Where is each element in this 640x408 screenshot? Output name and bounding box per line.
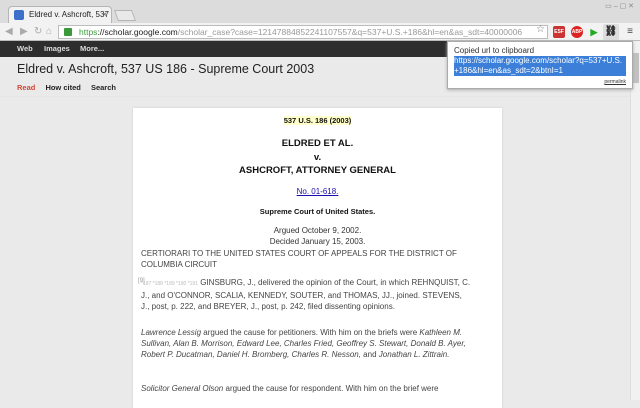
link-copy-extension-icon[interactable]: ⛓ [603, 24, 619, 40]
nav-web[interactable]: Web [17, 44, 33, 53]
extension-esf-icon[interactable]: ESF [553, 26, 565, 38]
browser-tab[interactable]: Eldred v. Ashcroft, 537 × [8, 6, 112, 23]
tab-read[interactable]: Read [17, 83, 35, 92]
close-tab-icon[interactable]: × [102, 10, 107, 19]
scrollbar-thumb[interactable] [633, 53, 639, 83]
extension-play-icon[interactable]: ▶ [588, 26, 600, 38]
counsel-petitioners: Lawrence Lessig argued the cause for pet… [141, 328, 466, 359]
url-path: /scholar_case?case=12147884852241107557&… [177, 27, 523, 37]
favicon-icon [14, 10, 24, 20]
address-bar[interactable]: https://scholar.google.com/scholar_case?… [58, 25, 548, 39]
tab-how-cited[interactable]: How cited [45, 83, 80, 92]
browser-toolbar: ◀ ▶ ↻ ⌂ https://scholar.google.com/schol… [0, 23, 640, 41]
nav-images[interactable]: Images [44, 44, 70, 53]
copied-url-popup: Copied url to clipboard https://scholar.… [447, 41, 633, 89]
case-document: 537 U.S. 186 (2003) ELDRED ET AL. v. ASH… [133, 108, 502, 408]
decided-date: Decided January 15, 2003. [269, 237, 366, 246]
page-title: Eldred v. Ashcroft, 537 US 186 - Supreme… [17, 62, 315, 76]
citation: 537 U.S. 186 (2003) [283, 116, 352, 125]
permalink-link[interactable]: permalink [604, 79, 626, 85]
window-controls[interactable]: ▭ – ▢ ✕ [605, 2, 634, 10]
new-tab-button[interactable] [113, 10, 137, 21]
scrollbar[interactable] [630, 41, 640, 400]
adblock-icon[interactable]: ABP [571, 26, 583, 38]
party-1: ELDRED ET AL. [281, 138, 354, 149]
url-scheme: https [79, 27, 98, 37]
tab-title: Eldred v. Ashcroft, 537 [29, 10, 109, 19]
court-name: Supreme Court of United States. [259, 207, 376, 216]
menu-icon[interactable]: ≡ [624, 26, 636, 38]
lock-icon [64, 28, 72, 36]
copied-url[interactable]: https://scholar.google.com/scholar?q=537… [454, 56, 626, 76]
divider [0, 96, 630, 97]
counsel-respondent: Solicitor General Olson argued the cause… [141, 384, 439, 393]
opinion-paragraph: *187 *188 *189 *190 *191 GINSBURG, J., d… [141, 278, 471, 311]
popup-message: Copied url to clipboard [454, 46, 535, 55]
url-host: ://scholar.google.com [97, 27, 178, 37]
back-icon[interactable]: ◀ [5, 26, 13, 37]
versus: v. [313, 152, 322, 163]
tab-search[interactable]: Search [91, 83, 116, 92]
reload-icon[interactable]: ↻ [34, 26, 42, 37]
argued-date: Argued October 9, 2002. [273, 226, 362, 235]
case-subnav: Read How cited Search [17, 83, 124, 92]
forward-icon[interactable]: ▶ [20, 26, 28, 37]
docket-link[interactable]: No. 01-618. [297, 187, 339, 196]
bookmark-star-icon[interactable]: ☆ [536, 24, 545, 35]
nav-more[interactable]: More... [80, 44, 104, 53]
home-icon[interactable]: ⌂ [46, 26, 52, 37]
certiorari: CERTIORARI TO THE UNITED STATES COURT OF… [141, 249, 457, 269]
tab-strip: Eldred v. Ashcroft, 537 × ▭ – ▢ ✕ [0, 0, 640, 23]
party-2: ASHCROFT, ATTORNEY GENERAL [239, 165, 396, 176]
page-refs[interactable]: *187 *188 *189 *190 *191 [141, 281, 198, 287]
